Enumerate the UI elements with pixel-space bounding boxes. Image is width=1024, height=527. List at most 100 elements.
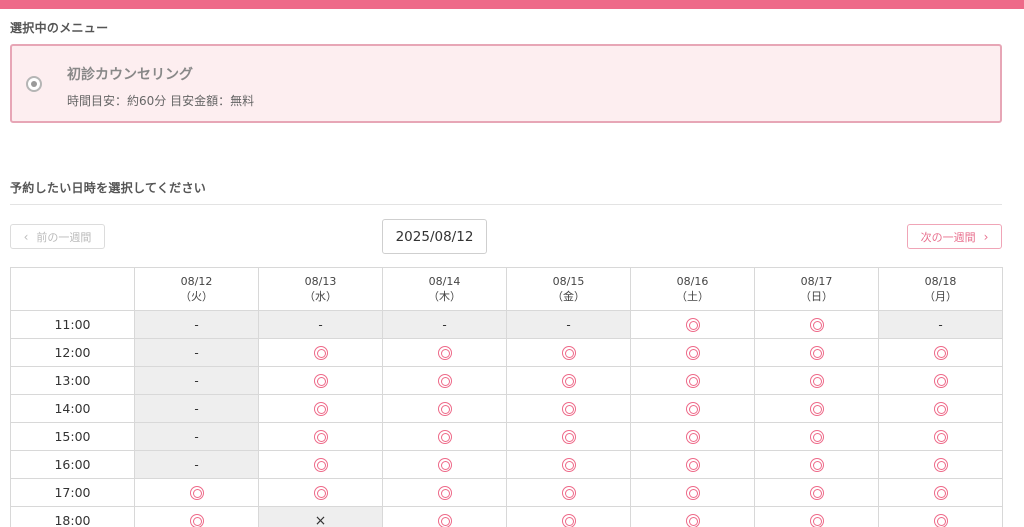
available-double-circle-icon xyxy=(437,457,452,472)
divider xyxy=(10,204,1002,205)
available-double-circle-icon xyxy=(685,401,700,416)
slot-available[interactable] xyxy=(878,506,1003,527)
slot-available[interactable] xyxy=(506,422,631,451)
day-weekday: （日） xyxy=(800,290,833,303)
day-date: 08/17 xyxy=(800,275,833,288)
time-slot-label: 11:00 xyxy=(10,310,135,339)
day-header-08-18: 08/18 （月） xyxy=(878,267,1003,311)
selected-menu-card[interactable]: 初診カウンセリング 時間目安：約60分 目安金額：無料 xyxy=(10,44,1002,123)
slot-unavailable: - xyxy=(134,422,259,451)
menu-detail: 時間目安：約60分 目安金額：無料 xyxy=(67,94,255,108)
time-slot-label: 15:00 xyxy=(10,422,135,451)
slot-available[interactable] xyxy=(630,310,755,339)
slot-available[interactable] xyxy=(382,394,507,423)
slot-available[interactable] xyxy=(258,338,383,367)
available-double-circle-icon xyxy=(809,317,824,332)
slot-available[interactable] xyxy=(382,422,507,451)
slot-available[interactable] xyxy=(258,394,383,423)
slot-available[interactable] xyxy=(878,422,1003,451)
slot-available[interactable] xyxy=(754,366,879,395)
schedule-row: 11:00- - - - - xyxy=(10,310,1003,339)
radio-selected-icon[interactable] xyxy=(26,76,42,92)
available-double-circle-icon xyxy=(437,401,452,416)
menu-name: 初診カウンセリング xyxy=(67,67,193,83)
slot-available[interactable] xyxy=(878,338,1003,367)
slot-unavailable: - xyxy=(134,366,259,395)
available-double-circle-icon xyxy=(809,373,824,388)
time-slot-label: 13:00 xyxy=(10,366,135,395)
time-slot-label: 18:00 xyxy=(10,506,135,527)
schedule-row: 16:00- xyxy=(10,450,1003,479)
slot-available[interactable] xyxy=(258,422,383,451)
slot-available[interactable] xyxy=(878,450,1003,479)
slot-available[interactable] xyxy=(134,506,259,527)
available-double-circle-icon xyxy=(561,429,576,444)
day-header-08-13: 08/13 （水） xyxy=(258,267,383,311)
slot-available[interactable] xyxy=(630,366,755,395)
slot-available[interactable] xyxy=(630,506,755,527)
slot-available[interactable] xyxy=(134,478,259,507)
slot-available[interactable] xyxy=(754,450,879,479)
slot-unavailable: - xyxy=(382,310,507,339)
slot-available[interactable] xyxy=(506,338,631,367)
slot-available[interactable] xyxy=(630,450,755,479)
slot-available[interactable] xyxy=(506,450,631,479)
slot-available[interactable] xyxy=(258,450,383,479)
available-double-circle-icon xyxy=(933,429,948,444)
slot-available[interactable] xyxy=(506,366,631,395)
slot-available[interactable] xyxy=(754,310,879,339)
slot-available[interactable] xyxy=(878,394,1003,423)
slot-available[interactable] xyxy=(754,478,879,507)
slot-unavailable: - xyxy=(134,338,259,367)
slot-available[interactable] xyxy=(506,394,631,423)
slot-available[interactable] xyxy=(754,506,879,527)
schedule-row: 17:00 xyxy=(10,478,1003,507)
slot-available[interactable] xyxy=(878,478,1003,507)
prev-week-button[interactable]: ‹ 前の一週間 xyxy=(10,224,105,249)
slot-available[interactable] xyxy=(382,506,507,527)
available-double-circle-icon xyxy=(809,485,824,500)
available-double-circle-icon xyxy=(313,457,328,472)
available-double-circle-icon xyxy=(933,373,948,388)
available-double-circle-icon xyxy=(189,485,204,500)
date-picker-input[interactable]: 2025/08/12 xyxy=(382,219,487,254)
next-week-button[interactable]: 次の一週間 › xyxy=(907,224,1002,249)
available-double-circle-icon xyxy=(437,485,452,500)
prev-week-label: 前の一週間 xyxy=(36,230,92,244)
slot-available[interactable] xyxy=(382,478,507,507)
available-double-circle-icon xyxy=(437,513,452,527)
available-double-circle-icon xyxy=(809,429,824,444)
available-double-circle-icon xyxy=(685,345,700,360)
slot-available[interactable] xyxy=(382,366,507,395)
slot-available[interactable] xyxy=(506,478,631,507)
available-double-circle-icon xyxy=(437,429,452,444)
available-double-circle-icon xyxy=(933,457,948,472)
schedule-row: 18:00 × xyxy=(10,506,1003,527)
slot-unavailable: - xyxy=(258,310,383,339)
slot-available[interactable] xyxy=(258,366,383,395)
slot-available[interactable] xyxy=(382,338,507,367)
slot-available[interactable] xyxy=(258,478,383,507)
slot-available[interactable] xyxy=(878,366,1003,395)
slot-available[interactable] xyxy=(630,478,755,507)
slot-available[interactable] xyxy=(382,450,507,479)
slot-available[interactable] xyxy=(754,338,879,367)
slot-available[interactable] xyxy=(630,338,755,367)
available-double-circle-icon xyxy=(933,513,948,527)
slot-available[interactable] xyxy=(754,394,879,423)
slot-available[interactable] xyxy=(630,394,755,423)
time-slot-label: 12:00 xyxy=(10,338,135,367)
available-double-circle-icon xyxy=(685,429,700,444)
day-weekday: （土） xyxy=(676,290,709,303)
slot-available[interactable] xyxy=(506,506,631,527)
slot-unavailable: - xyxy=(878,310,1003,339)
available-double-circle-icon xyxy=(809,345,824,360)
slot-available[interactable] xyxy=(630,422,755,451)
available-double-circle-icon xyxy=(561,373,576,388)
available-double-circle-icon xyxy=(685,485,700,500)
slot-available[interactable] xyxy=(754,422,879,451)
day-header-08-12: 08/12 （火） xyxy=(134,267,259,311)
schedule-row: 14:00- xyxy=(10,394,1003,423)
available-double-circle-icon xyxy=(561,485,576,500)
time-header-cell xyxy=(10,267,135,311)
